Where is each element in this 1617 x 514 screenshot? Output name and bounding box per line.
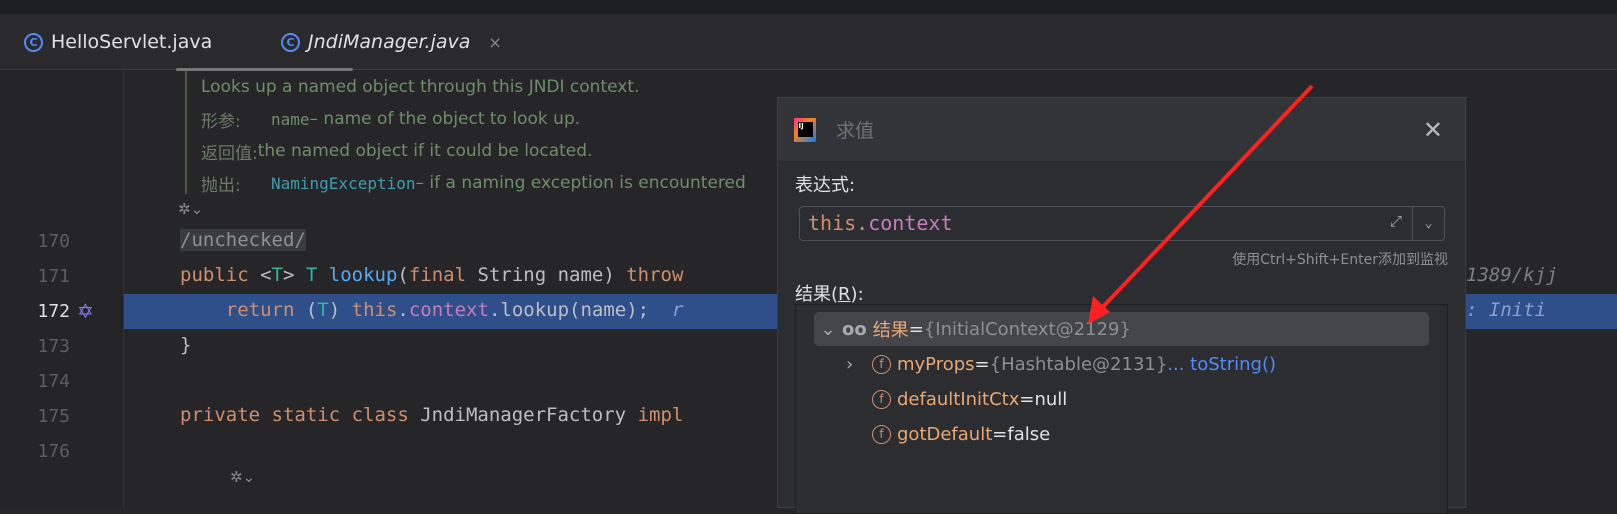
doc-returns-desc: the named object if it could be located. bbox=[257, 141, 593, 161]
intellij-logo-icon: IJ bbox=[794, 117, 816, 142]
tree-row-myprops[interactable]: › f myProps = {Hashtable@2131} ... toStr… bbox=[846, 347, 1276, 381]
inline-value-hint: : Initi bbox=[1466, 299, 1547, 321]
doc-throws-desc: – if a naming exception is encountered bbox=[415, 173, 746, 193]
dialog-title: 求值 bbox=[836, 120, 875, 142]
ai-assistant-icon[interactable]: ✲⌄ bbox=[230, 468, 255, 486]
doc-returns-label: 返回值: bbox=[201, 143, 258, 164]
annotation: /unchecked/ bbox=[180, 229, 306, 251]
doc-param-desc: – name of the object to look up. bbox=[309, 109, 581, 129]
watch-icon: oo bbox=[842, 318, 867, 340]
class-icon: C bbox=[24, 32, 43, 52]
code-line-170: /unchecked/ bbox=[180, 229, 306, 251]
inline-hint: 1389/kjj bbox=[1466, 264, 1558, 286]
tab-label: HelloServlet.java bbox=[51, 31, 213, 53]
doc-throws-link[interactable]: NamingException bbox=[271, 174, 416, 193]
doc-params-label: 形参: bbox=[201, 111, 241, 132]
field-icon: f bbox=[872, 389, 891, 409]
line-number: 176 bbox=[37, 441, 70, 462]
tree-row-result[interactable]: ⌄ oo 结果 = {InitialContext@2129} bbox=[814, 312, 1429, 346]
doc-throws-label: 抛出: bbox=[201, 175, 241, 196]
class-icon: C bbox=[281, 32, 300, 52]
history-dropdown-button[interactable]: ⌄ bbox=[1412, 207, 1444, 240]
tostring-link[interactable]: ... toString() bbox=[1167, 354, 1276, 375]
editor-tabs: C HelloServlet.java C JndiManager.java × bbox=[0, 14, 1617, 70]
javadoc-render: Looks up a named object through this JND… bbox=[185, 71, 785, 196]
result-label: 结果(R): bbox=[795, 284, 864, 305]
line-number: 170 bbox=[37, 231, 70, 252]
doc-param-name: name bbox=[271, 109, 310, 129]
expand-icon[interactable]: ⤢ bbox=[1390, 212, 1402, 230]
tab-helloservlet[interactable]: C HelloServlet.java bbox=[24, 14, 212, 70]
expression-label: 表达式: bbox=[795, 175, 856, 196]
ai-assistant-icon[interactable]: ✲⌄ bbox=[178, 200, 203, 218]
expression-input[interactable]: this.context ⤢ ⌄ bbox=[799, 206, 1445, 241]
field-icon: f bbox=[872, 354, 891, 374]
doc-summary: Looks up a named object through this JND… bbox=[201, 77, 640, 97]
close-tab-icon[interactable]: × bbox=[488, 33, 501, 52]
result-tree[interactable]: ⌄ oo 结果 = {InitialContext@2129} › f myPr… bbox=[795, 304, 1448, 514]
line-number: 172 bbox=[37, 301, 70, 322]
window-top-strip bbox=[0, 0, 1617, 14]
code-line-173: } bbox=[180, 334, 192, 356]
tree-row-gotdefault[interactable]: f gotDefault = false bbox=[872, 417, 1050, 451]
line-number: 171 bbox=[37, 266, 70, 287]
tree-row-defaultinitctx[interactable]: f defaultInitCtx = null bbox=[872, 382, 1067, 416]
line-number: 175 bbox=[37, 406, 70, 427]
tab-jndimanager[interactable]: C JndiManager.java × bbox=[281, 14, 502, 70]
evaluate-dialog: IJ 求值 ✕ 表达式: this.context ⤢ ⌄ 使用Ctrl+Shi… bbox=[777, 97, 1466, 514]
expand-icon[interactable]: › bbox=[846, 354, 872, 375]
field-icon: f bbox=[872, 424, 891, 444]
dialog-header[interactable]: IJ 求值 ✕ bbox=[778, 98, 1465, 161]
code-line-175: private static class JndiManagerFactory … bbox=[180, 404, 684, 426]
watch-hint: 使用Ctrl+Shift+Enter添加到监视 bbox=[1232, 252, 1448, 268]
line-number: 174 bbox=[37, 371, 70, 392]
execution-point-icon[interactable]: ✡ bbox=[77, 299, 94, 323]
close-icon[interactable]: ✕ bbox=[1423, 116, 1443, 144]
tab-label: JndiManager.java bbox=[308, 31, 471, 53]
line-number: 173 bbox=[37, 336, 70, 357]
collapse-icon[interactable]: ⌄ bbox=[814, 319, 842, 340]
code-line-171: public <T> T lookup(final String name) t… bbox=[180, 264, 684, 286]
code-line-172: return (T) this.context.lookup(name); r bbox=[225, 299, 684, 321]
